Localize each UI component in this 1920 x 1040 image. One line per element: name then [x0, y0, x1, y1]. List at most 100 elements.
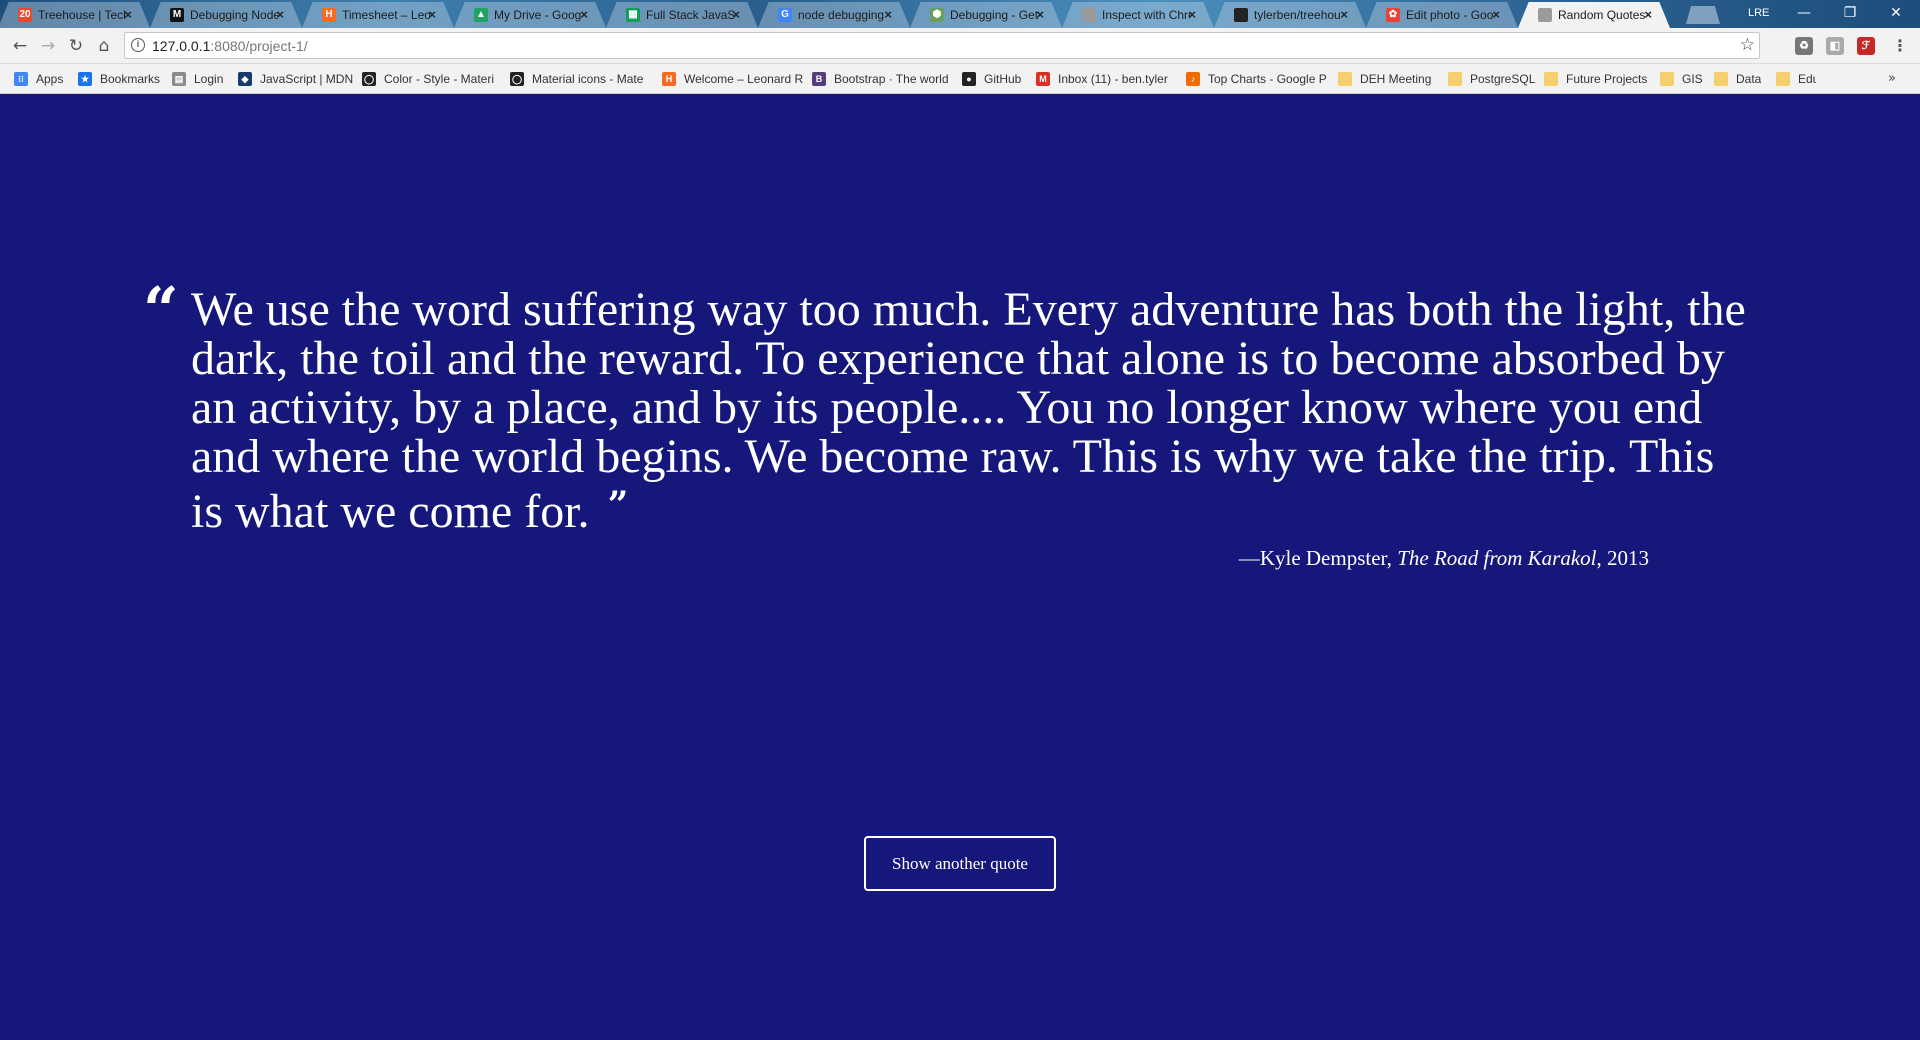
info-icon[interactable]: i [131, 38, 145, 52]
reload-icon[interactable]: ↻ [64, 34, 88, 58]
tab[interactable]: ✿ Edit photo - Goo × [1366, 2, 1518, 28]
bookmark-item[interactable]: ◯ Color - Style - Materi [362, 71, 504, 87]
bookmark-item[interactable]: ▤ Login [172, 71, 232, 87]
tab[interactable]: 20 Treehouse | Techn× [0, 2, 150, 28]
bookmark-label: Material icons - Mate [532, 72, 644, 86]
close-tab-icon[interactable]: × [884, 7, 892, 22]
extension-recycle-icon[interactable]: ♻ [1795, 37, 1813, 55]
drive-icon: ▲ [474, 8, 488, 22]
bookmark-label: Bootstrap · The world [834, 72, 949, 86]
gmail-icon: M [1036, 72, 1050, 86]
bookmark-item[interactable]: Future Projects [1544, 71, 1654, 87]
tab-strip: LRE — ❐ ✕ 20Treehouse | Techn×MDebugging… [0, 0, 1920, 28]
close-window-button[interactable]: ✕ [1876, 2, 1916, 24]
bookmark-label: Welcome – Leonard R [684, 72, 804, 86]
bookmark-item[interactable]: Edu [1776, 71, 1816, 87]
folder-icon [1544, 72, 1558, 86]
tab[interactable]: ⬢ Debugging - Get × [910, 2, 1062, 28]
bookmark-item[interactable]: B Bootstrap · The world [812, 71, 956, 87]
github-icon [1234, 8, 1248, 22]
music-icon: ♪ [1186, 72, 1200, 86]
tab[interactable]: ▲ My Drive - Googl × [454, 2, 606, 28]
extension-red-icon[interactable]: ℱ [1857, 37, 1875, 55]
close-tab-icon[interactable]: × [580, 7, 588, 22]
bookmark-label: Future Projects [1566, 72, 1648, 86]
bookmark-label: Top Charts - Google P [1208, 72, 1327, 86]
bookmark-item[interactable]: ◯ Material icons - Mate [510, 71, 656, 87]
url-host: 127.0.0.1 [152, 38, 211, 54]
restore-button[interactable]: ❐ [1830, 2, 1870, 24]
tab-title: node debugging [798, 8, 885, 22]
apps-icon: ⁝⁝ [14, 72, 28, 86]
close-tab-icon[interactable]: × [428, 7, 436, 22]
medium-icon: M [170, 8, 184, 22]
bookmark-item[interactable]: ● GitHub [962, 71, 1028, 87]
home-icon[interactable]: ⌂ [92, 34, 116, 58]
close-tab-icon[interactable]: × [1340, 7, 1348, 22]
url-text[interactable]: 127.0.0.1:8080/project-1/ [152, 38, 308, 54]
bookmark-item[interactable]: M Inbox (11) - ben.tyler [1036, 71, 1180, 87]
tab[interactable]: M Debugging Node × [150, 2, 302, 28]
back-icon[interactable]: ← [8, 34, 32, 58]
quote-body: We use the word suffering way too much. … [191, 283, 1746, 538]
tab[interactable]: H Timesheet – Leon × [302, 2, 454, 28]
bookmark-item[interactable]: ⁝⁝ Apps [14, 71, 70, 87]
folder-icon [1338, 72, 1352, 86]
bookmark-item[interactable]: PostgreSQL [1448, 71, 1538, 87]
show-another-quote-button[interactable]: Show another quote [864, 836, 1056, 891]
close-tab-icon[interactable]: × [276, 7, 284, 22]
folder-icon [1448, 72, 1462, 86]
extension-grey-icon[interactable]: ◧ [1826, 37, 1844, 55]
harvest-icon: H [322, 8, 336, 22]
tab[interactable]: Gnode debugging × [758, 2, 910, 28]
close-tab-icon[interactable]: × [1188, 7, 1196, 22]
harvest-icon: H [662, 72, 676, 86]
google-icon: G [778, 8, 792, 22]
material-icon: ◯ [510, 72, 524, 86]
bookmark-label: Data [1736, 72, 1762, 86]
address-bar[interactable]: i 127.0.0.1:8080/project-1/ ☆ [124, 32, 1760, 59]
quote-text: We use the word suffering way too much. … [191, 285, 1751, 536]
bookmark-label: Login [194, 72, 224, 86]
close-tab-icon[interactable]: × [732, 7, 740, 22]
folder-icon [1660, 72, 1674, 86]
bookmark-label: PostgreSQL [1470, 72, 1536, 86]
new-tab-button[interactable] [1686, 6, 1720, 24]
bookmark-label: JavaScript | MDN [260, 72, 354, 86]
bookmark-item[interactable]: ◆ JavaScript | MDN [238, 71, 356, 87]
bookmark-label: GIS [1682, 72, 1703, 86]
bookmark-item[interactable]: ♪ Top Charts - Google P [1186, 71, 1330, 87]
bookmarks-overflow-icon[interactable]: » [1888, 71, 1896, 86]
folder-icon [1714, 72, 1728, 86]
tab[interactable]: tylerben/treehou × [1214, 2, 1366, 28]
login-icon: ▤ [172, 72, 186, 86]
tab[interactable]: Inspect with Chro × [1062, 2, 1214, 28]
bookmark-item[interactable]: ★ Bookmarks [78, 71, 164, 87]
photos-icon: ✿ [1386, 8, 1400, 22]
bookmarks-bar: » ⁝⁝ Apps ★ Bookmarks ▤ Login ◆ JavaScript | MD… [0, 64, 1920, 94]
bookmark-item[interactable]: Data [1714, 71, 1770, 87]
url-path: :8080/project-1/ [210, 38, 308, 54]
close-tab-icon[interactable]: × [1492, 7, 1500, 22]
bookmark-label: Color - Style - Materi [384, 72, 495, 86]
material-icon: ◯ [362, 72, 376, 86]
bookmark-item[interactable]: GIS [1660, 71, 1708, 87]
treehouse-icon: 20 [18, 8, 32, 22]
bookmark-item[interactable]: DEH Meeting [1338, 71, 1442, 87]
quote-attribution: —Kyle Dempster, The Road from Karakol, 2… [1239, 546, 1649, 571]
forward-icon[interactable]: → [36, 34, 60, 58]
minimize-button[interactable]: — [1784, 2, 1824, 24]
bookmark-item[interactable]: H Welcome – Leonard R [662, 71, 806, 87]
close-tab-icon[interactable]: × [1644, 7, 1652, 22]
github-icon: ● [962, 72, 976, 86]
bookmark-star-icon[interactable]: ☆ [1740, 35, 1755, 55]
quote-source: The Road from Karakol [1397, 546, 1597, 570]
tab-title: Full Stack JavaScr [646, 8, 734, 22]
bookmark-label: Bookmarks [100, 72, 161, 86]
menu-icon[interactable]: ⋮ [1892, 36, 1908, 55]
close-tab-icon[interactable]: × [1036, 7, 1044, 22]
profile-button[interactable]: LRE [1748, 7, 1769, 19]
tab[interactable]: ▦ Full Stack JavaScr× [606, 2, 758, 28]
tab[interactable]: Random Quotes × [1518, 2, 1670, 28]
close-tab-icon[interactable]: × [124, 7, 132, 22]
